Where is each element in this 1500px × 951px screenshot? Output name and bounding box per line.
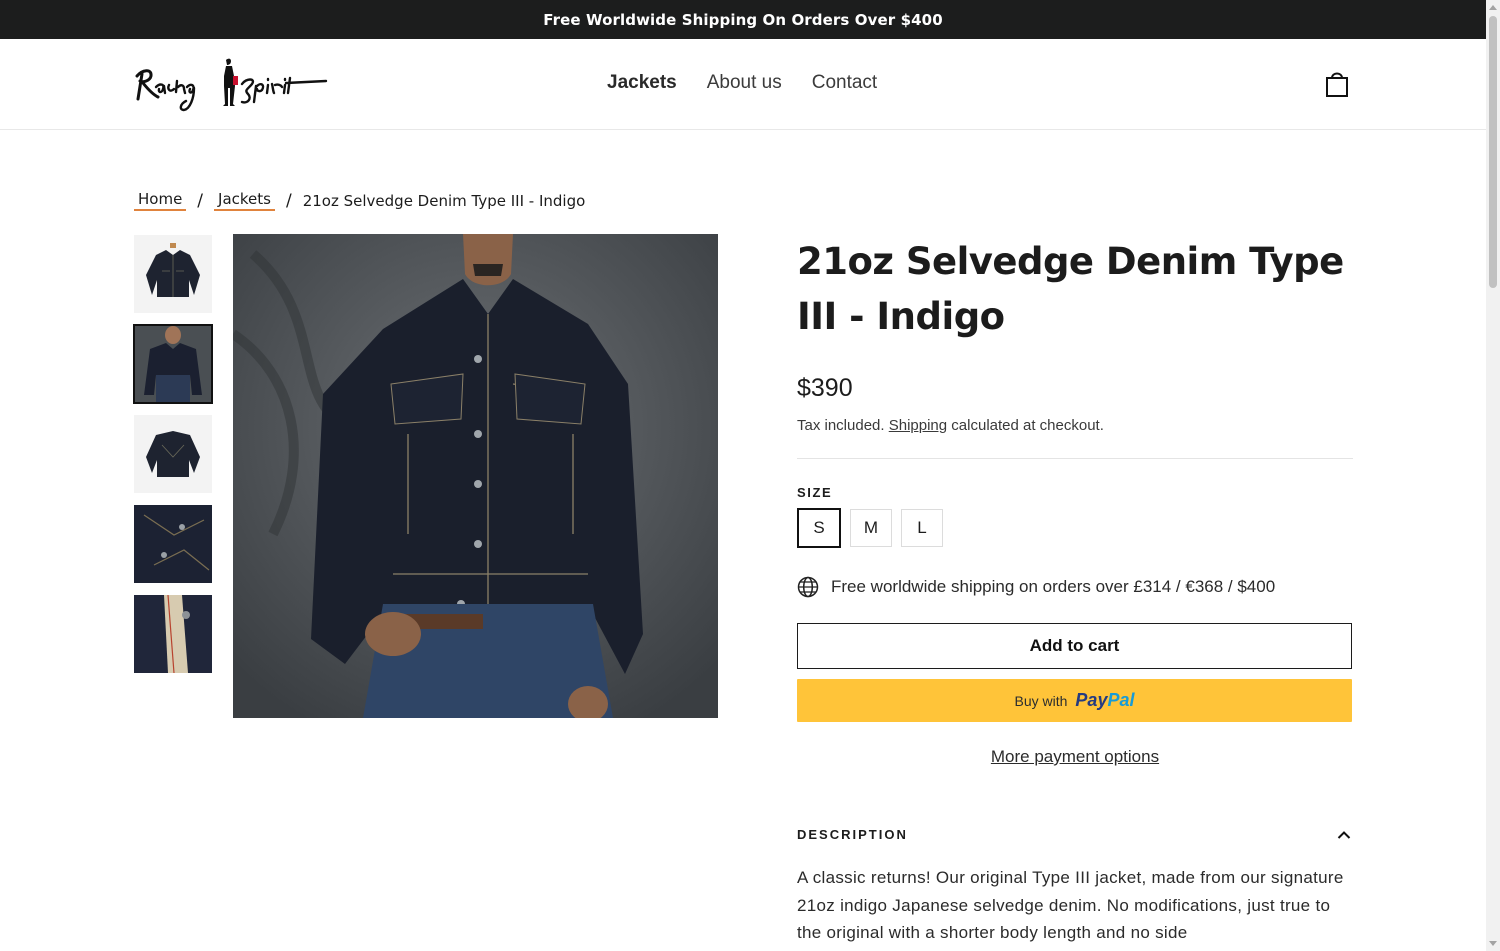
scroll-up-arrow-icon[interactable] <box>1489 5 1497 10</box>
breadcrumb-jackets[interactable]: Jackets <box>214 190 275 211</box>
divider <box>797 458 1353 459</box>
breadcrumb-home[interactable]: Home <box>134 190 187 211</box>
thumbnail-jacket-worn[interactable] <box>133 324 213 404</box>
add-to-cart-button[interactable]: Add to cart <box>797 623 1352 669</box>
description-toggle[interactable]: DESCRIPTION <box>797 827 1353 842</box>
thumbnail-strip <box>133 235 213 685</box>
tax-note: Tax included. Shipping calculated at che… <box>797 417 1353 434</box>
product-info: 21oz Selvedge Denim Type III - Indigo $3… <box>797 234 1353 947</box>
size-label: SIZE <box>797 485 833 500</box>
tax-prefix: Tax included. <box>797 417 885 434</box>
shopping-bag-icon[interactable] <box>1322 69 1352 99</box>
announcement-text: Free Worldwide Shipping On Orders Over $… <box>543 10 943 29</box>
scroll-down-arrow-icon[interactable] <box>1489 941 1497 946</box>
size-option-s[interactable]: S <box>797 508 841 548</box>
thumbnail-jacket-back[interactable] <box>134 415 212 493</box>
paypal-logo-pay: Pay <box>1075 690 1108 710</box>
more-payment-options-link[interactable]: More payment options <box>991 747 1159 766</box>
thumbnail-fabric-detail[interactable] <box>134 505 212 583</box>
main-nav: Jackets About us Contact <box>592 72 892 94</box>
page-scrollbar[interactable] <box>1486 0 1500 951</box>
description-label: DESCRIPTION <box>797 827 908 842</box>
scrollbar-thumb[interactable] <box>1489 16 1497 288</box>
thumbnail-jacket-front[interactable] <box>134 235 212 313</box>
thumbnail-selvedge-detail[interactable] <box>134 595 212 673</box>
size-option-m[interactable]: M <box>850 509 892 547</box>
product-main-image[interactable] <box>233 234 718 718</box>
more-payment-options: More payment options <box>797 747 1353 767</box>
nav-about-us[interactable]: About us <box>692 72 797 94</box>
site-header: Jackets About us Contact <box>0 39 1486 130</box>
size-selector: S M L <box>797 508 1353 548</box>
chevron-up-icon <box>1337 830 1351 839</box>
breadcrumb-separator: / <box>285 190 292 211</box>
paypal-prefix: Buy with <box>1014 692 1068 709</box>
globe-icon <box>797 576 819 598</box>
product-price: $390 <box>797 374 853 402</box>
shipping-note: Free worldwide shipping on orders over £… <box>797 576 1353 598</box>
breadcrumb-separator: / <box>197 190 204 211</box>
product-title: 21oz Selvedge Denim Type III - Indigo <box>797 240 1344 338</box>
breadcrumb: Home / Jackets / 21oz Selvedge Denim Typ… <box>134 190 585 211</box>
nav-contact[interactable]: Contact <box>797 72 892 94</box>
racing-spirit-logo[interactable] <box>134 54 332 114</box>
shipping-note-text: Free worldwide shipping on orders over £… <box>831 577 1276 596</box>
size-option-l[interactable]: L <box>901 509 943 547</box>
paypal-button[interactable]: Buy with PayPal <box>797 679 1352 722</box>
nav-jackets[interactable]: Jackets <box>592 72 692 94</box>
paypal-logo-pal: Pal <box>1107 690 1135 710</box>
announcement-bar: Free Worldwide Shipping On Orders Over $… <box>0 0 1486 39</box>
description-text: A classic returns! Our original Type III… <box>797 868 1344 942</box>
breadcrumb-current: 21oz Selvedge Denim Type III - Indigo <box>302 191 586 210</box>
tax-suffix: calculated at checkout. <box>951 417 1104 434</box>
paypal-logo: PayPal <box>1075 690 1134 711</box>
shipping-link[interactable]: Shipping <box>889 417 947 434</box>
